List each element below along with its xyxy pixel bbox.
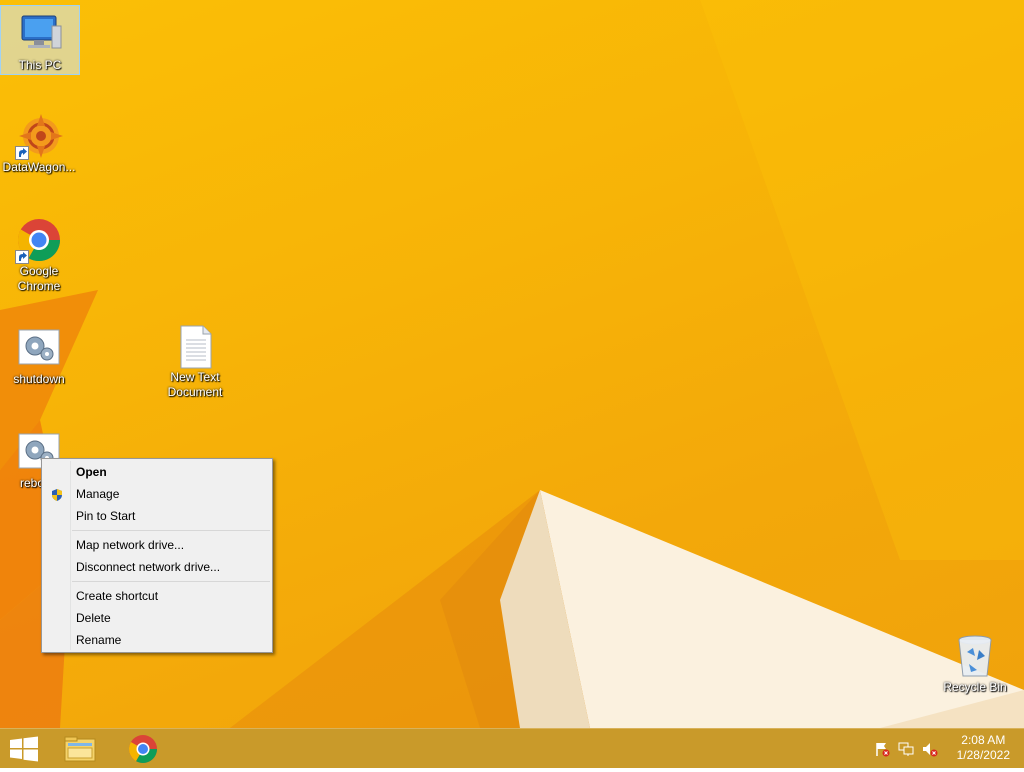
text-document-icon <box>171 322 219 370</box>
desktop-icon-recycle-bin[interactable]: Recycle Bin <box>936 628 1014 695</box>
desktop-icon-label: New Text Document <box>167 370 223 399</box>
desktop-icon-label: shutdown <box>13 372 65 386</box>
context-menu: Open Manage Pin to Start Map network dri… <box>41 458 273 653</box>
desktop-icon-label: DataWagon... <box>2 160 76 174</box>
menu-separator <box>72 581 270 582</box>
taskbar: 2:08 AM 1/28/2022 <box>0 728 1024 768</box>
menu-item-label: Disconnect network drive... <box>76 560 221 574</box>
datawagon-icon <box>15 112 63 160</box>
network-icon[interactable] <box>898 741 914 757</box>
menu-item-label: Pin to Start <box>76 509 136 523</box>
shortcut-arrow-icon <box>15 250 29 264</box>
file-explorer-icon <box>64 736 96 762</box>
taskbar-file-explorer[interactable] <box>56 729 104 769</box>
desktop-icon-label: This PC <box>18 58 62 72</box>
script-gear-icon <box>15 324 63 372</box>
menu-item-label: Rename <box>76 633 122 647</box>
start-button[interactable] <box>0 729 48 769</box>
taskbar-clock[interactable]: 2:08 AM 1/28/2022 <box>957 733 1010 763</box>
menu-item-map-network-drive[interactable]: Map network drive... <box>42 534 272 556</box>
chrome-icon <box>15 216 63 264</box>
computer-icon <box>16 10 64 58</box>
shortcut-arrow-icon <box>15 146 29 160</box>
menu-item-disconnect-network-drive[interactable]: Disconnect network drive... <box>42 556 272 578</box>
volume-muted-icon[interactable] <box>922 741 938 757</box>
menu-item-label: Open <box>76 465 107 479</box>
clock-time: 2:08 AM <box>961 733 1006 747</box>
menu-item-label: Manage <box>76 487 120 501</box>
desktop-icon-label: Recycle Bin <box>943 680 1007 694</box>
desktop-icon-this-pc[interactable]: This PC <box>0 5 80 75</box>
menu-separator <box>72 530 270 531</box>
desktop-icon-google-chrome[interactable]: Google Chrome <box>0 212 78 294</box>
menu-item-label: Delete <box>76 611 111 625</box>
menu-item-rename[interactable]: Rename <box>42 629 272 651</box>
menu-item-create-shortcut[interactable]: Create shortcut <box>42 585 272 607</box>
menu-item-open[interactable]: Open <box>42 461 272 483</box>
menu-item-label: Map network drive... <box>76 538 185 552</box>
menu-item-label: Create shortcut <box>76 589 159 603</box>
desktop-icon-shutdown[interactable]: shutdown <box>0 320 78 387</box>
clock-date: 1/28/2022 <box>956 748 1010 762</box>
chrome-icon <box>129 735 157 763</box>
menu-item-delete[interactable]: Delete <box>42 607 272 629</box>
recycle-bin-icon <box>951 632 999 680</box>
windows-logo-icon <box>10 736 38 762</box>
desktop-icon-datawagon[interactable]: DataWagon... <box>0 108 78 175</box>
menu-item-pin-to-start[interactable]: Pin to Start <box>42 505 272 527</box>
menu-item-manage[interactable]: Manage <box>42 483 272 505</box>
taskbar-google-chrome[interactable] <box>119 729 167 769</box>
desktop-icon-label: Google Chrome <box>17 264 61 293</box>
desktop-icon-new-text-document[interactable]: New Text Document <box>156 318 234 400</box>
action-center-flag-icon[interactable] <box>874 741 890 757</box>
